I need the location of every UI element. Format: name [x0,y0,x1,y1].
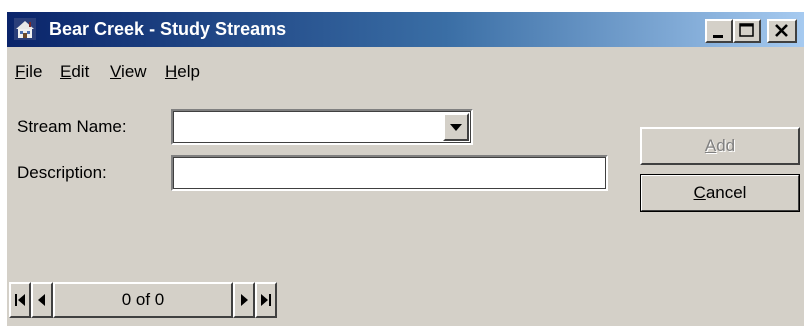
menu-help[interactable]: Help [165,58,200,86]
stream-name-dropdown-button[interactable] [443,113,469,141]
first-record-icon [15,294,25,306]
maximize-button[interactable] [733,19,761,43]
window-title: Bear Creek - Study Streams [49,19,287,39]
previous-record-icon [38,294,45,306]
maximize-icon [739,23,754,37]
record-position: 0 of 0 [53,282,233,318]
menu-view[interactable]: View [110,58,147,86]
menu-bar: File Edit View Help [7,58,804,86]
description-label: Description: [17,163,107,182]
stream-name-combobox[interactable] [171,109,473,145]
last-record-icon [261,294,271,306]
close-button[interactable] [767,19,797,43]
title-bar[interactable]: Bear Creek - Study Streams [7,12,804,47]
stream-name-label: Stream Name: [17,117,127,136]
next-record-button[interactable] [233,282,255,318]
close-icon [775,24,788,37]
minimize-icon [713,35,723,38]
previous-record-button[interactable] [31,282,53,318]
first-record-button[interactable] [9,282,31,318]
last-record-button[interactable] [255,282,277,318]
description-field[interactable] [171,155,608,191]
cancel-button[interactable]: Cancel [640,174,800,212]
house-icon[interactable] [14,18,36,40]
next-record-icon [241,294,248,306]
menu-edit[interactable]: Edit [60,58,89,86]
chevron-down-icon [450,124,462,131]
study-streams-window: Bear Creek - Study Streams File Edit Vie… [7,12,804,326]
add-button[interactable]: Add [640,127,800,165]
menu-file[interactable]: File [15,58,42,86]
minimize-button[interactable] [705,19,733,43]
